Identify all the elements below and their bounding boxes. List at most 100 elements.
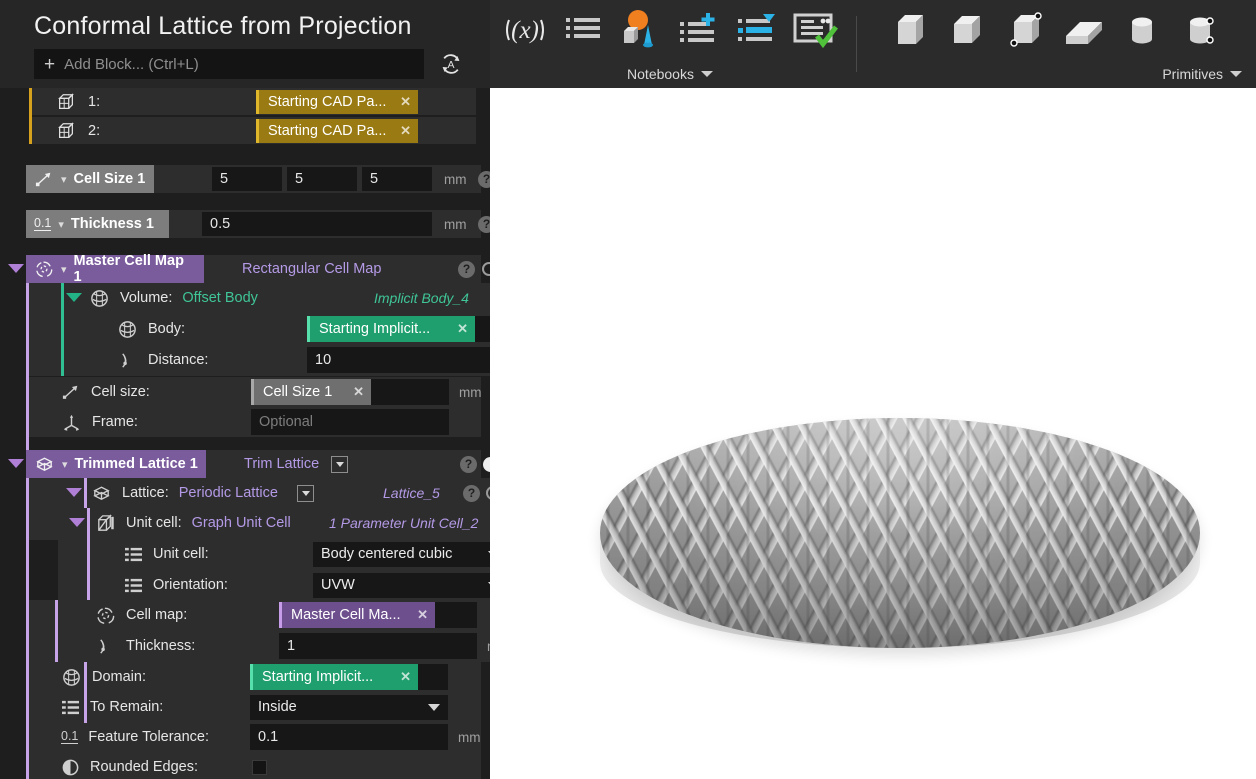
- collapse-triangle[interactable]: [66, 293, 82, 302]
- lattice-model[interactable]: [600, 418, 1200, 648]
- help-icon[interactable]: ?: [460, 455, 477, 473]
- chevron-down-icon[interactable]: [700, 71, 713, 77]
- close-icon[interactable]: ✕: [400, 123, 411, 139]
- type-dropdown-icon[interactable]: [297, 484, 314, 502]
- frame-row[interactable]: Frame: Optional: [29, 407, 481, 437]
- block-type[interactable]: Rectangular Cell Map: [242, 261, 381, 277]
- orientation-select-row[interactable]: Orientation: UVW: [58, 570, 490, 600]
- close-icon[interactable]: ✕: [400, 94, 411, 110]
- table-row[interactable]: 1: Starting CAD Pa... ✕: [32, 88, 476, 115]
- unit-cell-block-row[interactable]: Unit cell: Graph Unit Cell 1 Parameter U…: [58, 508, 490, 538]
- distance-input[interactable]: 10: [307, 347, 490, 373]
- chevron-down-icon[interactable]: [1230, 71, 1242, 77]
- chevron-down-icon[interactable]: [428, 703, 440, 711]
- block-type[interactable]: Trim Lattice: [244, 456, 319, 472]
- help-icon[interactable]: ?: [478, 215, 490, 233]
- cell-size-z-input[interactable]: 5: [362, 167, 432, 191]
- row-type[interactable]: Offset Body: [182, 290, 258, 306]
- cell-size-1-nametag[interactable]: ▾ Cell Size 1: [26, 165, 154, 193]
- lattice-row[interactable]: Lattice: Periodic Lattice Lattice_5 ?: [29, 478, 490, 508]
- viewport-3d[interactable]: [490, 88, 1256, 779]
- variable-button[interactable]: (x): [496, 2, 554, 58]
- close-icon[interactable]: ✕: [353, 384, 364, 400]
- cell-size-field[interactable]: Cell Size 1 ✕: [251, 379, 449, 405]
- to-remain-select[interactable]: Inside: [250, 694, 448, 720]
- add-list-item-button[interactable]: [670, 2, 728, 58]
- body-row[interactable]: Body: Starting Implicit... ✕: [29, 314, 490, 344]
- chevron-down-icon[interactable]: ▾: [58, 218, 64, 231]
- help-icon[interactable]: ?: [458, 260, 475, 278]
- trimmed-lattice-nametag[interactable]: ▾ Trimmed Lattice 1: [26, 450, 206, 478]
- close-icon[interactable]: ✕: [457, 321, 468, 337]
- two-point-cylinder-button[interactable]: [1171, 2, 1229, 58]
- cell-map-field[interactable]: Master Cell Ma... ✕: [279, 602, 477, 628]
- block-thickness-1[interactable]: 0.1 ▾ Thickness 1 0.5 mm ?: [26, 210, 490, 238]
- cell-size-y-input[interactable]: 5: [287, 167, 357, 191]
- ribbon-group-label-notebooks[interactable]: Notebooks: [490, 60, 850, 88]
- chevron-down-icon[interactable]: [488, 581, 490, 589]
- new-notebook-button[interactable]: [612, 2, 670, 58]
- auto-update-icon[interactable]: A: [434, 49, 468, 79]
- to-remain-row[interactable]: To Remain: Inside: [29, 692, 481, 722]
- help-icon[interactable]: ?: [463, 484, 480, 502]
- output-toggle-icon[interactable]: [482, 262, 490, 276]
- block-cell-size-1[interactable]: ▾ Cell Size 1 5 5 5 mm ?: [26, 165, 490, 193]
- chevron-down-icon[interactable]: ▾: [61, 263, 67, 276]
- add-block-input[interactable]: + Add Block... (Ctrl+L): [34, 49, 424, 79]
- select-list-item-button[interactable]: [728, 2, 786, 58]
- row-type[interactable]: Graph Unit Cell: [192, 515, 291, 531]
- distance-row[interactable]: Distance: 10 mm: [29, 345, 490, 375]
- orientation-select[interactable]: UVW: [313, 572, 490, 598]
- parallelepiped-button[interactable]: [1055, 2, 1113, 58]
- feature-tolerance-input[interactable]: 0.1: [250, 724, 448, 750]
- table-row[interactable]: 2: Starting CAD Pa... ✕: [32, 117, 476, 144]
- output-toggle-icon[interactable]: [486, 486, 490, 500]
- cad-part-chip[interactable]: Starting CAD Pa... ✕: [256, 118, 418, 143]
- cell-size-chip[interactable]: Cell Size 1 ✕: [251, 379, 371, 405]
- close-icon[interactable]: ✕: [400, 669, 411, 685]
- chevron-down-icon[interactable]: ▾: [61, 173, 67, 186]
- collapse-triangle[interactable]: [8, 459, 24, 468]
- lattice-thickness-input[interactable]: 1: [279, 633, 477, 659]
- notebook-list-button[interactable]: [554, 2, 612, 58]
- close-icon[interactable]: ✕: [417, 607, 428, 623]
- thickness-1-nametag[interactable]: 0.1 ▾ Thickness 1: [26, 210, 169, 238]
- collapse-triangle[interactable]: [8, 264, 24, 273]
- cell-size-x-input[interactable]: 5: [212, 167, 282, 191]
- body-field[interactable]: Starting Implicit... ✕: [307, 316, 490, 342]
- cell-size-row[interactable]: Cell size: Cell Size 1 ✕ mm: [29, 377, 482, 407]
- cube-button[interactable]: [939, 2, 997, 58]
- chevron-down-icon[interactable]: [488, 550, 490, 558]
- domain-chip[interactable]: Starting Implicit... ✕: [250, 664, 418, 690]
- master-cell-map-nametag[interactable]: ▾ Master Cell Map 1: [26, 253, 204, 285]
- chevron-down-icon[interactable]: ▾: [62, 458, 68, 471]
- unit-cell-select-row[interactable]: Unit cell: Body centered cubic: [58, 539, 490, 569]
- cylinder-button[interactable]: [1113, 2, 1171, 58]
- master-cell-map-header[interactable]: ▾ Master Cell Map 1 Rectangular Cell Map…: [26, 253, 490, 285]
- cell-map-chip[interactable]: Master Cell Ma... ✕: [279, 602, 435, 628]
- row-type[interactable]: Periodic Lattice: [179, 485, 278, 501]
- rounded-edges-row[interactable]: Rounded Edges:: [29, 752, 481, 779]
- body-chip[interactable]: Starting Implicit... ✕: [307, 316, 475, 342]
- thin-box-button[interactable]: [881, 2, 939, 58]
- two-point-box-button[interactable]: [997, 2, 1055, 58]
- unit-cell-select[interactable]: Body centered cubic: [313, 541, 490, 567]
- volume-row[interactable]: Volume: Offset Body Implicit Body_4 ?: [29, 283, 490, 313]
- help-icon[interactable]: ?: [478, 170, 490, 188]
- output-toggle-icon[interactable]: [483, 456, 490, 472]
- domain-field[interactable]: Starting Implicit... ✕: [250, 664, 448, 690]
- frame-input[interactable]: Optional: [251, 409, 449, 435]
- cad-part-chip[interactable]: Starting CAD Pa... ✕: [256, 89, 418, 114]
- feature-tolerance-row[interactable]: 0.1 Feature Tolerance: 0.1 mm: [29, 722, 481, 752]
- trimmed-lattice-header[interactable]: ▾ Trimmed Lattice 1 Trim Lattice ?: [26, 450, 490, 478]
- cell-map-row[interactable]: Cell map: Master Cell Ma... ✕: [29, 600, 490, 630]
- collapse-triangle[interactable]: [66, 488, 82, 497]
- lattice-thickness-row[interactable]: Thickness: 1 mm: [29, 631, 490, 661]
- ribbon-group-label-primitives[interactable]: Primitives: [863, 60, 1256, 88]
- rounded-edges-checkbox[interactable]: [252, 759, 267, 775]
- domain-row[interactable]: Domain: Starting Implicit... ✕: [29, 662, 481, 692]
- collapse-triangle[interactable]: [69, 518, 85, 527]
- thickness-1-input[interactable]: 0.5: [202, 212, 432, 236]
- type-dropdown-icon[interactable]: [331, 455, 348, 473]
- validate-button[interactable]: [786, 2, 844, 58]
